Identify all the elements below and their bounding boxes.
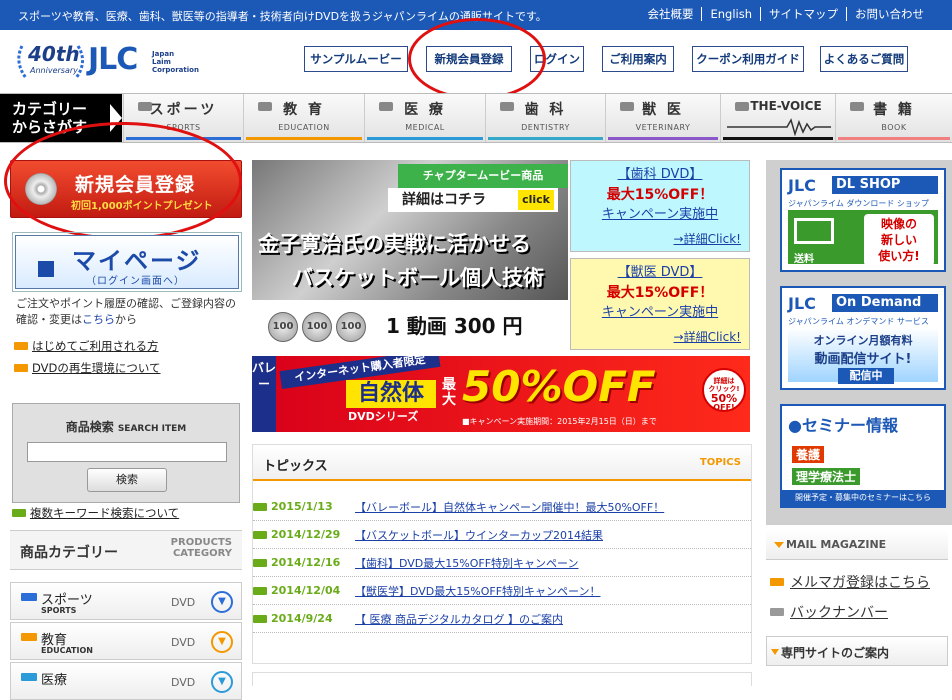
search-box: 商品検索 SEARCH ITEM 検索 [12,403,240,503]
bullet-icon [253,614,267,623]
bullet-icon [21,673,37,681]
category-veterinary[interactable]: 獣 医 VETERINARY [605,94,720,142]
topics-section: トピックス TOPICS 2015/1/13 【バレーボール】自然体キャンペーン開… [252,444,752,664]
bullet-icon [14,342,28,350]
nav-faq[interactable]: よくあるご質問 [820,46,908,72]
coin-icon: 100 [268,312,298,342]
waveform-icon [727,118,831,136]
bullet-icon [253,558,267,567]
dental-promo[interactable]: 【歯科 DVD】 最大15%OFF！ キャンペーン実施中 →詳細Click! [570,160,750,252]
chevron-down-icon[interactable]: ▼ [211,631,233,653]
bullet-icon [12,509,26,517]
topic-item[interactable]: 2014/12/29 【バスケットボール】ウインターカップ2014結果 [253,521,751,549]
bullet-icon [21,633,37,641]
bullet-icon [253,586,267,595]
search-input[interactable] [27,442,227,462]
topic-item[interactable]: 2014/12/04 【獣医学】DVD最大15%OFF特別キャンペーン！ [253,577,751,605]
logo-jlc: JLC [88,42,138,77]
bullet-icon [770,608,784,616]
volleyball-banner[interactable]: バレー インターネット購入者限定 自然体 DVDシリーズ 最大 50%OFF ■… [252,356,750,432]
chevron-down-icon[interactable]: ▼ [211,671,233,693]
play-icon [38,261,54,277]
bullet-icon [14,364,28,372]
click-cursor-icon: click [518,190,554,210]
chevron-down-icon[interactable]: ▼ [211,591,233,613]
bullet-icon [253,530,267,539]
logo-anniversary: Anniversary [30,66,78,75]
product-category-sports[interactable]: スポーツ SPORTS DVD ▼ [10,582,242,620]
basketball-banner[interactable]: チャプタームービー商品 click 詳細はコチラ 金子寛治氏の実戦に活かせる バス… [252,160,568,350]
bullet-icon [253,502,267,511]
mail-magazine-header: MAIL MAGAZINE [766,530,948,560]
link-first-time[interactable]: はじめてご利用される方 [14,338,159,354]
link-mail-register[interactable]: メルマガ登録はこちら [770,572,930,592]
category-the-voice[interactable]: THE-VOICE [720,94,835,142]
topic-item[interactable]: 2014/12/16 【歯科】DVD最大15%OFF特別キャンペーン [253,549,751,577]
category-education[interactable]: 教 育 EDUCATION [243,94,364,142]
bullet-icon [21,593,37,601]
search-button[interactable]: 検索 [87,468,167,492]
triangle-down-icon [774,542,784,548]
dl-shop-banner[interactable]: JLC DL SHOP ジャパンライム ダウンロード ショップ 送料 映像の 新し… [780,168,946,272]
utility-links: 会社概要 English サイトマップ お問い合わせ [639,7,932,21]
monitor-icon [794,218,834,244]
logo-company: Japan Laim Corporation [152,50,199,74]
mypage-description: ご注文やポイント履歴の確認、ご登録内容の確認・変更はこちらから [16,297,236,326]
search-title: 商品検索 SEARCH ITEM [65,420,187,434]
category-medical[interactable]: 医 療 MEDICAL [364,94,485,142]
next-section-header [252,672,752,686]
link-multi-keyword[interactable]: 複数キーワード検索について [12,505,179,521]
mypage-here-link[interactable]: こちら [82,313,115,326]
veterinary-promo[interactable]: 【獣医 DVD】 最大15%OFF！ キャンペーン実施中 →詳細Click! [570,258,750,350]
product-category-header: 商品カテゴリー PRODUCTS CATEGORY [10,530,242,570]
mypage-button[interactable]: マイページ （ログイン画面へ） [12,232,242,292]
annotation-circle-register [4,122,242,240]
link-contact[interactable]: お問い合わせ [846,7,932,21]
specialty-sites-header: 専門サイトのご案内 [766,636,948,666]
coin-icon: 100 [336,312,366,342]
category-dentistry[interactable]: 歯 科 DENTISTRY [485,94,605,142]
link-sitemap[interactable]: サイトマップ [760,7,846,21]
link-back-number[interactable]: バックナンバー [770,602,888,622]
topic-item[interactable]: 2015/1/13 【バレーボール】自然体キャンペーン開催中！最大50%OFF！ [253,493,751,521]
shipping-icon-label: 送料 [794,254,814,265]
detail-click-badge: 詳細は クリック! 50% OFF! [702,368,746,412]
topic-item[interactable]: 2014/9/24 【 医療 商品デジタルカタログ 】のご案内 [253,605,751,633]
product-category-education[interactable]: 教育 EDUCATION DVD ▼ [10,622,242,660]
product-category-medical[interactable]: 医療 DVD ▼ [10,662,242,700]
seminar-banner[interactable]: ●セミナー情報 養護 理学療法士 開催予定・募集中のセミナーはこちら [780,404,946,508]
site-logo[interactable]: 40th Anniversary JLC Japan Laim Corporatio… [16,40,206,84]
triangle-down-icon [771,649,779,655]
annotation-circle-nav [408,18,546,100]
bullet-icon [770,578,784,586]
nav-sample-movie[interactable]: サンプルムービー [304,46,408,72]
link-english[interactable]: English [701,7,760,21]
on-demand-banner[interactable]: JLC On Demand ジャパンライム オンデマンド サービス オンライン月… [780,286,946,390]
nav-guide[interactable]: ご利用案内 [602,46,674,72]
link-dvd-environment[interactable]: DVDの再生環境について [14,360,161,376]
link-company[interactable]: 会社概要 [639,7,701,21]
coin-icon: 100 [302,312,332,342]
nav-coupon-guide[interactable]: クーポン利用ガイド [692,46,804,72]
category-book[interactable]: 書 籍 BOOK [835,94,952,142]
logo-40th: 40th [28,42,80,66]
